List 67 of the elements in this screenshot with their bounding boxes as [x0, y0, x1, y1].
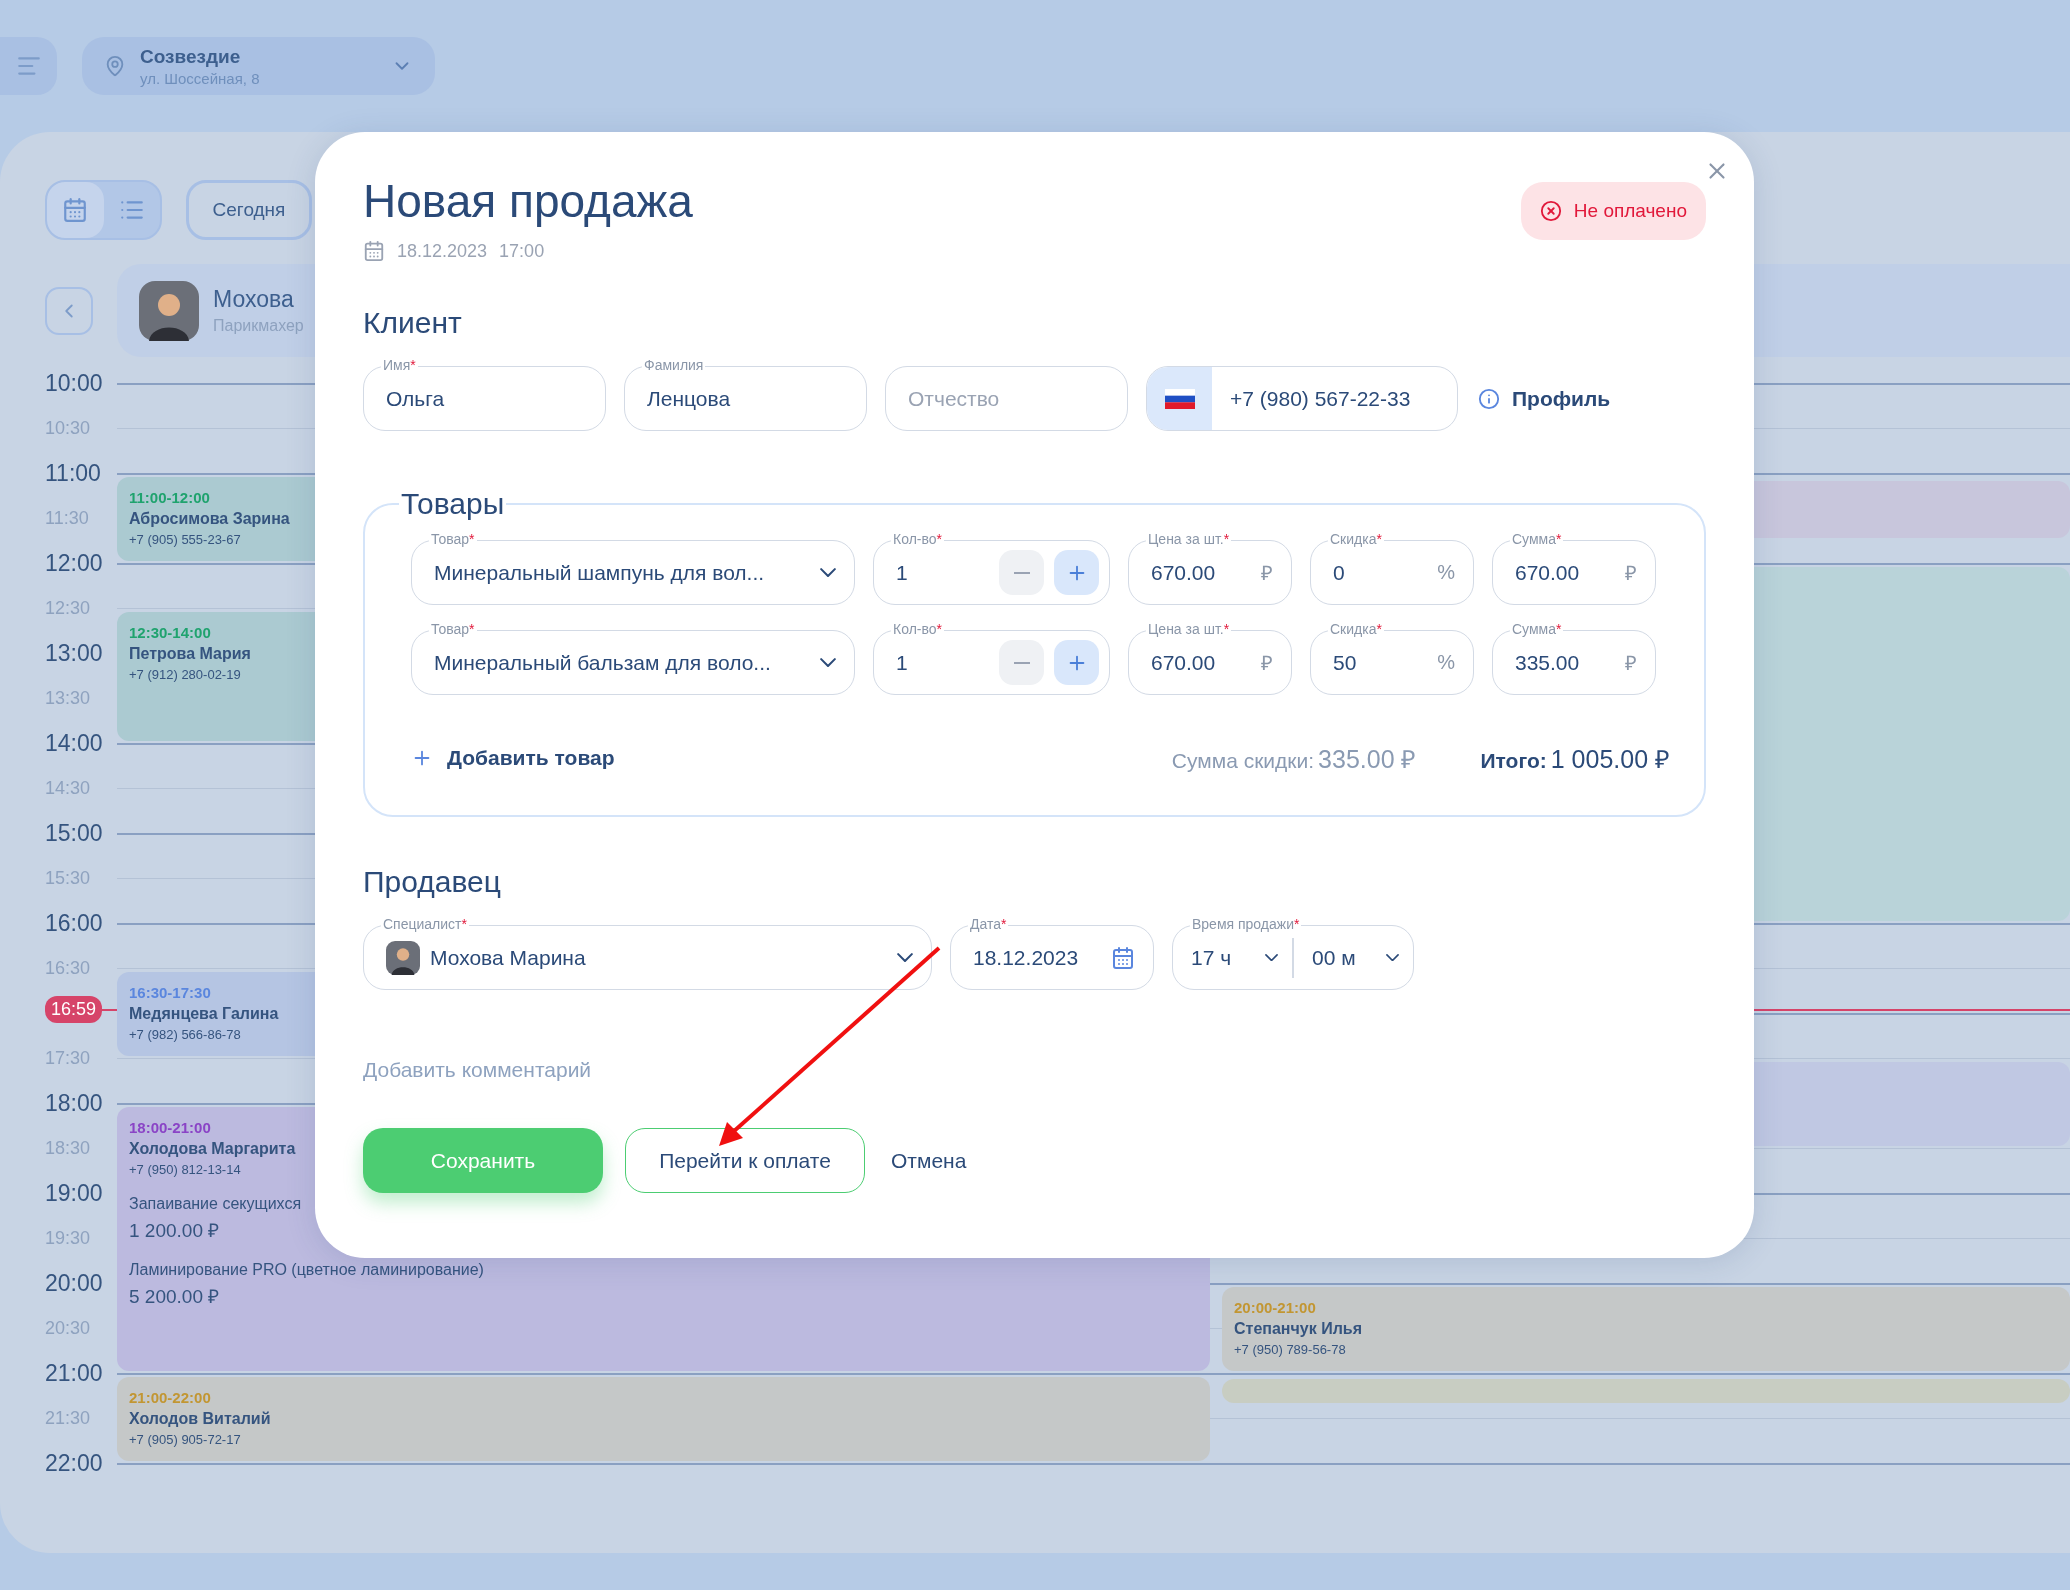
- client-name: Холодов Виталий: [129, 1409, 271, 1428]
- payment-status-badge: Не оплачено: [1520, 182, 1706, 240]
- time-label: 15:00: [45, 820, 104, 847]
- time-label: 17:30: [45, 1048, 92, 1069]
- client-name: Степанчук Илья: [1234, 1319, 1362, 1338]
- service-name: Запаивание секущихся: [129, 1194, 302, 1213]
- client-phone: +7 (905) 905-72-17: [129, 1431, 241, 1447]
- unit-sign: %: [1437, 561, 1455, 584]
- client-phone: +7 (950) 789-56-78: [1234, 1341, 1346, 1357]
- unit-sign: %: [1437, 651, 1455, 674]
- appointment-time: 18:00-21:00: [129, 1118, 211, 1136]
- time-label: 12:30: [45, 598, 92, 619]
- time-label: 12:00: [45, 550, 104, 577]
- time-label: 11:00: [45, 460, 102, 487]
- sale-time: 17:00: [499, 240, 545, 262]
- section-heading: Продавец: [363, 865, 502, 899]
- total-amount: 1 005.00 ₽: [1550, 744, 1670, 775]
- unit-sign: ₽: [1625, 651, 1637, 676]
- time-label: 21:30: [45, 1408, 92, 1429]
- time-label: 20:30: [45, 1318, 92, 1339]
- service-price: 1 200.00 ₽: [129, 1218, 220, 1243]
- time-label: 19:00: [45, 1180, 104, 1207]
- client-phone: +7 (905) 555-23-67: [129, 531, 241, 547]
- appointment-time: 21:00-22:00: [129, 1388, 211, 1406]
- client-name: Медянцева Галина: [129, 1004, 279, 1023]
- unit-sign: ₽: [1261, 651, 1273, 676]
- appointment-time: 20:00-21:00: [1234, 1298, 1316, 1316]
- unit-sign: ₽: [1261, 561, 1273, 586]
- time-label: 14:00: [45, 730, 104, 757]
- client-phone: +7 (982) 566-86-78: [129, 1026, 241, 1042]
- time-label: 10:00: [45, 370, 104, 397]
- time-label: 18:00: [45, 1090, 104, 1117]
- time-label: 18:30: [45, 1138, 92, 1159]
- section-heading: Товары: [400, 487, 506, 521]
- discount-total: 335.00 ₽: [1318, 744, 1417, 775]
- time-label: 10:30: [45, 418, 92, 439]
- time-label: 15:30: [45, 868, 92, 889]
- time-label: 14:30: [45, 778, 92, 799]
- time-label: 21:00: [45, 1360, 104, 1387]
- location-address: ул. Шоссейная, 8: [140, 69, 261, 87]
- client-phone: +7 (912) 280-02-19: [129, 666, 241, 682]
- appointment-time: 16:30-17:30: [129, 983, 211, 1001]
- time-label: 20:00: [45, 1270, 104, 1297]
- client-phone: +7 (950) 812-13-14: [129, 1161, 241, 1177]
- time-label: 13:00: [45, 640, 104, 667]
- time-label: 11:30: [45, 508, 90, 529]
- appointment-time: 11:00-12:00: [129, 488, 210, 506]
- unit-sign: ₽: [1625, 561, 1637, 586]
- section-heading: Клиент: [363, 306, 463, 340]
- appointment-time: 12:30-14:00: [129, 623, 211, 641]
- service-name: Ламинирование PRO (цветное ламинирование): [129, 1260, 484, 1279]
- sale-date: 18.12.2023: [397, 240, 488, 262]
- current-time-badge: 16:59: [45, 996, 103, 1024]
- total-label: Итого:: [1480, 749, 1547, 773]
- dialog-title: Новая продажа: [363, 174, 693, 228]
- time-label: 16:30: [45, 958, 92, 979]
- time-label: 16:00: [45, 910, 104, 937]
- client-name: Холодова Маргарита: [129, 1139, 296, 1158]
- time-label: 19:30: [45, 1228, 92, 1249]
- client-name: Абросимова Зарина: [129, 509, 290, 528]
- discount-total-label: Сумма скидки:: [1171, 749, 1315, 773]
- service-price: 5 200.00 ₽: [129, 1284, 220, 1309]
- client-name: Петрова Мария: [129, 644, 251, 663]
- time-label: 13:30: [45, 688, 92, 709]
- time-label: 22:00: [45, 1450, 104, 1477]
- location-name: Созвездие: [140, 45, 242, 68]
- specialist-name: Мохова: [213, 286, 294, 313]
